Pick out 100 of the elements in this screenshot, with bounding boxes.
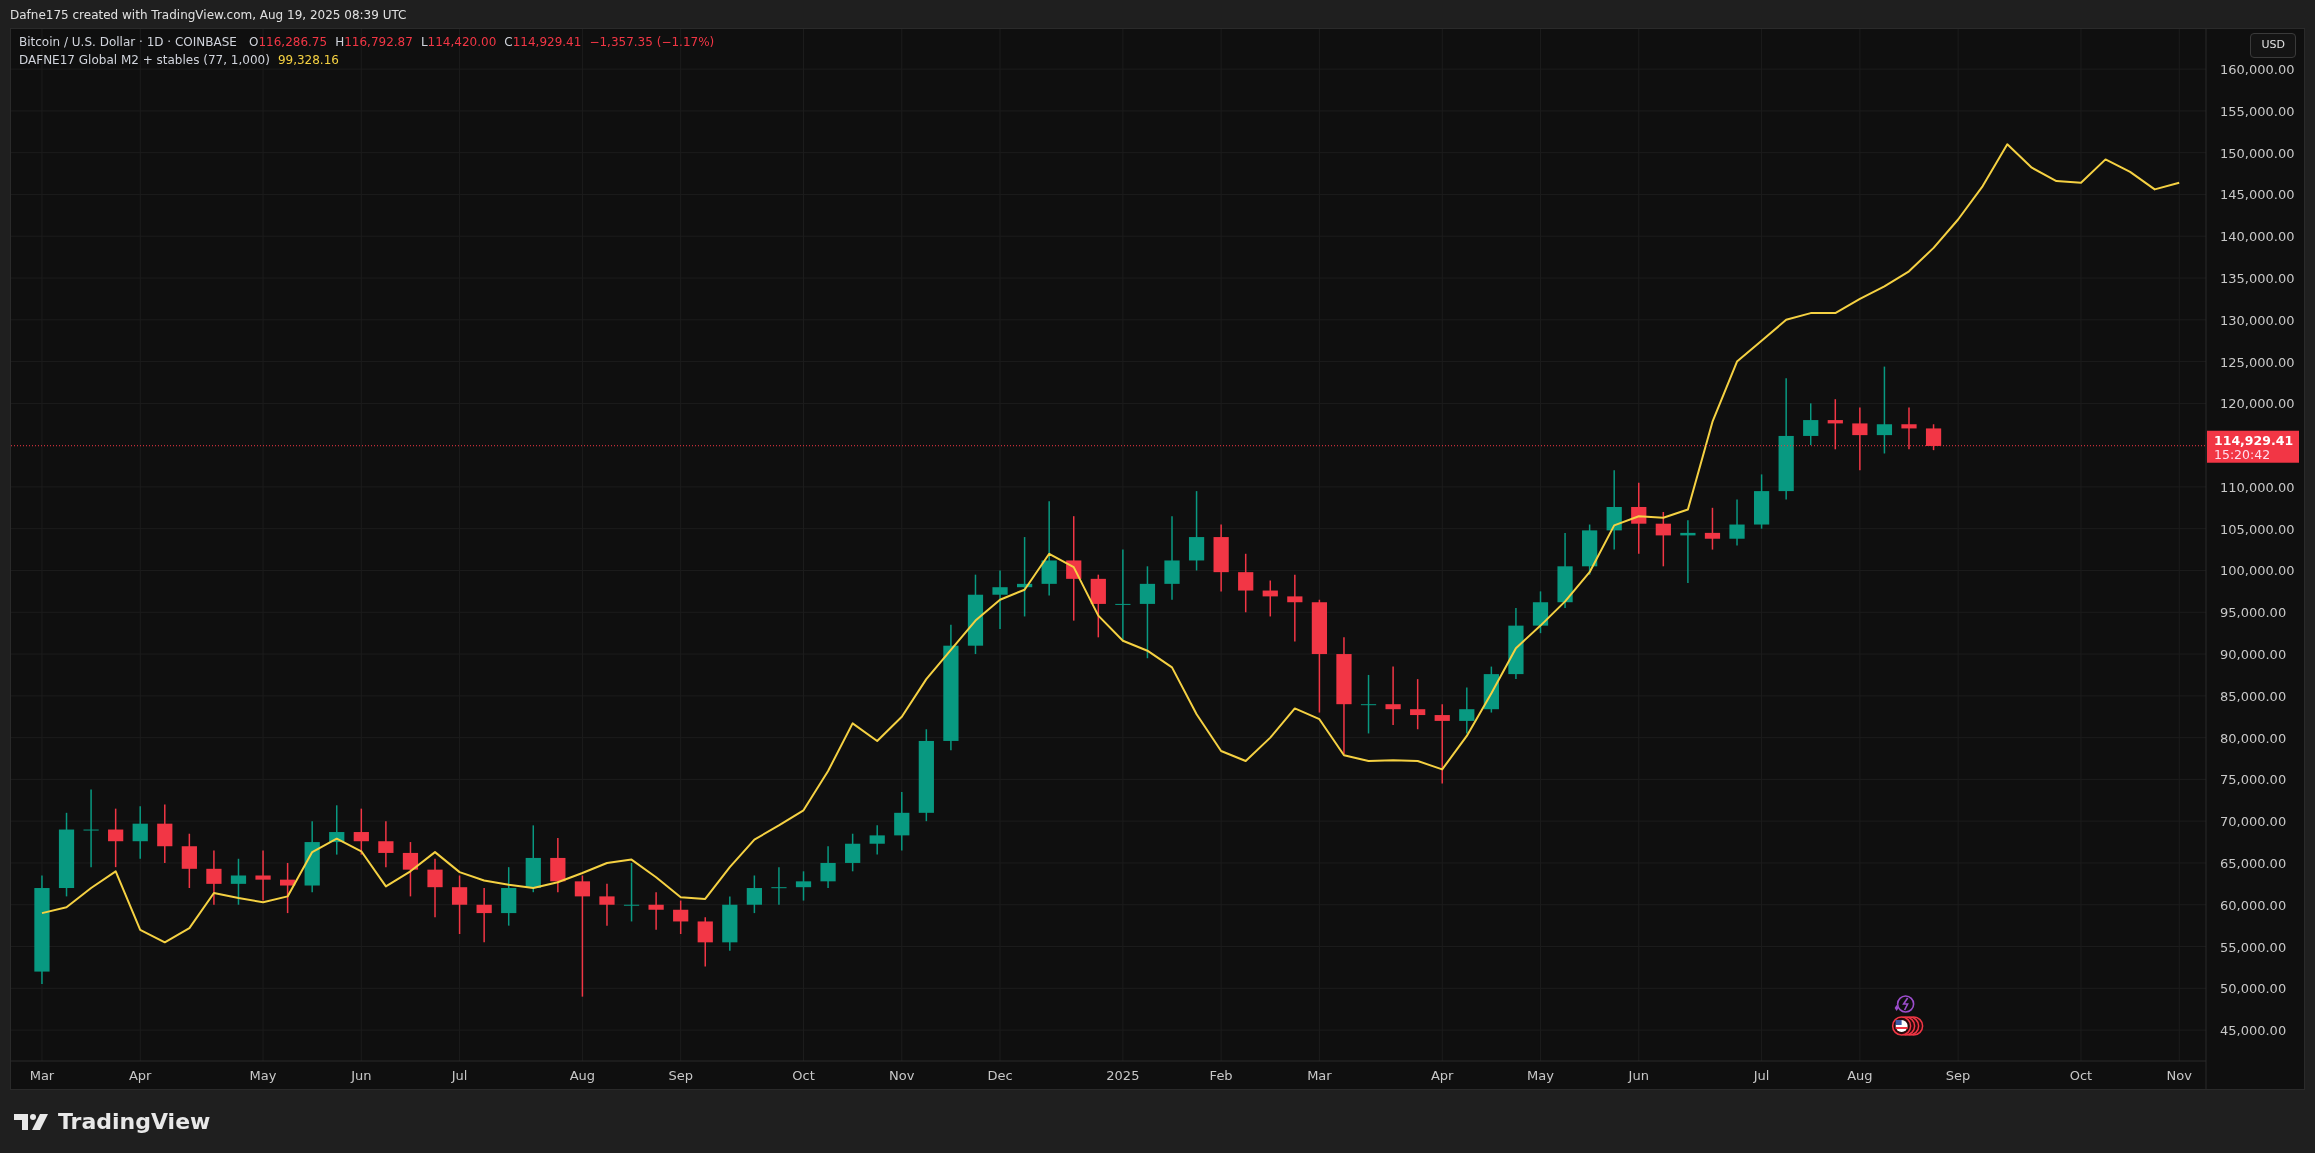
axis-label: Jun [351,1068,372,1083]
axis-label: Aug [1847,1068,1873,1083]
axis-label: Apr [1431,1068,1454,1083]
axis-label: 50,000.00 [2220,981,2287,997]
ref-line-label: 114,929.41 [2214,432,2294,448]
attribution-text: Dafne175 created with TradingView.com, Aug 19, 2025 08:39 UTC [10,8,407,22]
axis-label: 55,000.00 [2220,939,2287,955]
axis-label: Apr [128,1068,152,1083]
axis-label: Sep [1945,1068,1971,1083]
axis-label: 155,000.00 [2220,103,2295,119]
axis-label: Aug [569,1068,596,1083]
axis-label: 65,000.00 [2220,855,2287,871]
candle [501,866,517,927]
candle [1901,406,1917,451]
candle [329,804,345,856]
axis-label: 130,000.00 [2220,312,2295,328]
candle [1090,573,1106,639]
axis-label: May [249,1068,277,1083]
indicator-value: 99,328.16 [277,52,339,69]
axis-label: Mar [1307,1068,1332,1083]
candle [402,841,419,898]
axis-label: Dec [987,1068,1013,1083]
candle [1925,423,1942,451]
candle [255,849,271,902]
candle [1238,553,1254,613]
brand-name: TradingView [58,1108,211,1136]
flag-event-icon[interactable] [1891,1016,1924,1036]
candle [673,899,689,935]
axis-label: 125,000.00 [2220,354,2295,370]
candle [1655,511,1671,568]
axis-label: Jul [451,1068,468,1083]
candle [648,891,664,931]
candle [157,803,173,864]
candle [599,883,615,927]
candle [280,862,296,914]
logo-icon [14,1111,50,1132]
candle [230,858,247,906]
candle [132,805,148,860]
candle [1262,579,1278,618]
candle [1459,686,1475,735]
candle [992,569,1008,630]
axis-label: 75,000.00 [2220,772,2287,788]
axis-label: Oct [2069,1068,2093,1083]
candle [722,895,738,952]
candle [771,866,787,906]
candle [1582,523,1598,576]
ohlc-value: O116,286.75 [248,34,328,51]
axis-label: Mar [29,1068,55,1083]
candle [353,807,369,856]
candle [550,837,566,893]
axis-label: 45,000.00 [2220,1023,2287,1039]
axis-label: 90,000.00 [2220,647,2287,663]
axis-label: 135,000.00 [2220,271,2295,286]
candle [1827,398,1843,451]
axis-label: 70,000.00 [2220,814,2287,830]
axis-label: 110,000.00 [2220,479,2295,495]
axis-label: 80,000.00 [2220,730,2287,746]
axis-label: May [1527,1068,1554,1083]
axis-label: Feb [1209,1068,1233,1083]
candle [1729,498,1745,547]
axis-label: 160,000.00 [2220,62,2295,78]
candle [1287,573,1303,643]
ohlc-value: H116,792.87 [335,34,413,51]
candle [1803,402,1819,446]
candle [1483,665,1499,714]
candle [869,824,885,856]
lightning-icon[interactable] [1894,995,1915,1013]
axis-label: 95,000.00 [2220,605,2287,621]
candle [525,824,541,893]
axis-label: 140,000.00 [2220,229,2295,245]
candle [1532,590,1549,634]
axis-label: 60,000.00 [2220,897,2287,913]
candle [697,916,713,968]
candle [623,862,640,923]
symbol-title: Bitcoin / U.S. Dollar · 1D · COINBASE [19,34,237,51]
candle [206,849,222,906]
candle [427,858,443,918]
currency-button[interactable]: USD [2250,33,2296,58]
indicator-name: DAFNE17 Global M2 + stables (77, 1,000) [19,52,270,69]
axis-label: 100,000.00 [2220,563,2295,579]
candle [746,874,762,914]
axis-label: 105,000.00 [2220,521,2295,537]
candle [1680,519,1696,584]
axis-label: 2025 [1106,1068,1140,1083]
axis-label: Nov [889,1068,915,1083]
candle [845,832,861,873]
candle [1754,473,1770,530]
candle [1852,406,1868,471]
axis-label: 145,000.00 [2220,187,2295,203]
candle [476,887,492,944]
axis-label: Jul [1753,1068,1770,1083]
candle [378,820,394,868]
candle [451,874,468,935]
candle [1704,507,1721,551]
price-change: −1,357.35 (−1.17%) [589,34,715,51]
candle [820,845,836,889]
candle [1385,665,1401,726]
axis-label: 150,000.00 [2220,145,2295,161]
candle [795,870,812,902]
candle [1410,678,1426,730]
